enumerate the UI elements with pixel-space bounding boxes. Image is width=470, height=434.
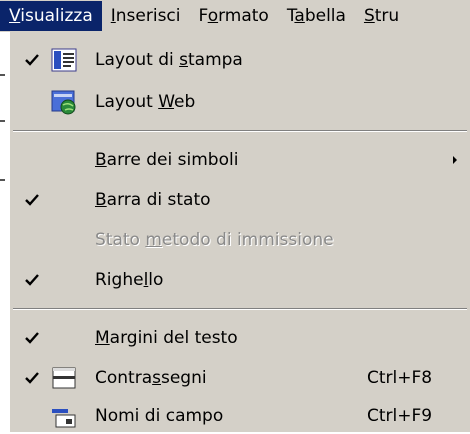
menu-item-label: Barra di stato [95,190,211,210]
menu-item-layout-di-stampa[interactable]: Layout di stampa [9,42,470,78]
menu-strumenti[interactable]: Stru [355,1,408,31]
menu-item-label: Nomi di campo [95,406,224,426]
checkmark-icon [25,332,39,344]
menu-label-post: nserisci [115,6,181,26]
menu-item-shortcut: Ctrl+F9 [367,406,433,426]
background-window-edge [0,32,8,424]
checkmark-icon [25,274,39,286]
menu-label-pre: F [198,6,208,26]
checkmark-icon [25,54,39,66]
checkmark-icon [25,194,39,206]
menu-label-accel: V [9,6,21,26]
ruler-tick [0,179,5,181]
web-layout-icon [51,90,76,115]
menu-item-stato-metodo-di-immissione: Stato metodo di immissione [9,222,470,258]
ruler-tick [0,74,5,76]
menu-item-shortcut: Ctrl+F8 [367,368,433,388]
menu-item-label: Contrassegni [95,368,207,388]
menu-item-barre-dei-simboli[interactable]: Barre dei simboli [9,142,470,178]
print-layout-icon [51,48,77,72]
menu-label-post: rmato [218,6,269,26]
menu-item-nomi-di-campo[interactable]: Nomi di campo Ctrl+F9 [9,398,470,434]
menu-separator [13,130,467,132]
visualizza-dropdown-menu: Layout di stampa Layout Web Barre dei si… [8,32,470,432]
menu-label-accel: o [207,6,219,26]
menu-tabella[interactable]: Tabella [278,1,355,31]
checkmark-icon [25,372,39,384]
menu-label-post: bella [304,6,346,26]
menu-item-margini-del-testo[interactable]: Margini del testo [9,320,470,356]
menu-item-label: Margini del testo [95,328,238,348]
menu-item-label: Stato metodo di immissione [95,230,334,250]
menu-item-label: Barre dei simboli [95,150,239,170]
menu-item-righello[interactable]: Righello [9,262,470,298]
bookmarks-icon [52,367,76,389]
menu-formato[interactable]: Formato [190,1,278,31]
ruler-tick [0,120,5,122]
menu-label-accel: a [294,6,305,26]
menu-inserisci[interactable]: Inserisci [102,1,190,31]
menu-item-label: Layout di stampa [95,50,243,70]
menu-item-label: Righello [95,270,164,290]
menu-item-label: Layout Web [95,92,196,112]
menu-label-post: isualizza [20,6,93,26]
field-names-icon [52,409,76,428]
menu-item-barra-di-stato[interactable]: Barra di stato [9,182,470,218]
submenu-arrow-icon [453,156,457,164]
menu-bar: Visualizza Inserisci Formato Tabella Str… [0,0,470,33]
menu-visualizza[interactable]: Visualizza [0,1,102,31]
menu-item-layout-web[interactable]: Layout Web [9,84,470,120]
menu-label-post: tru [374,6,400,26]
menu-separator [13,308,467,310]
menu-label-accel: S [363,6,375,26]
menu-item-contrassegni[interactable]: Contrassegni Ctrl+F8 [9,360,470,396]
